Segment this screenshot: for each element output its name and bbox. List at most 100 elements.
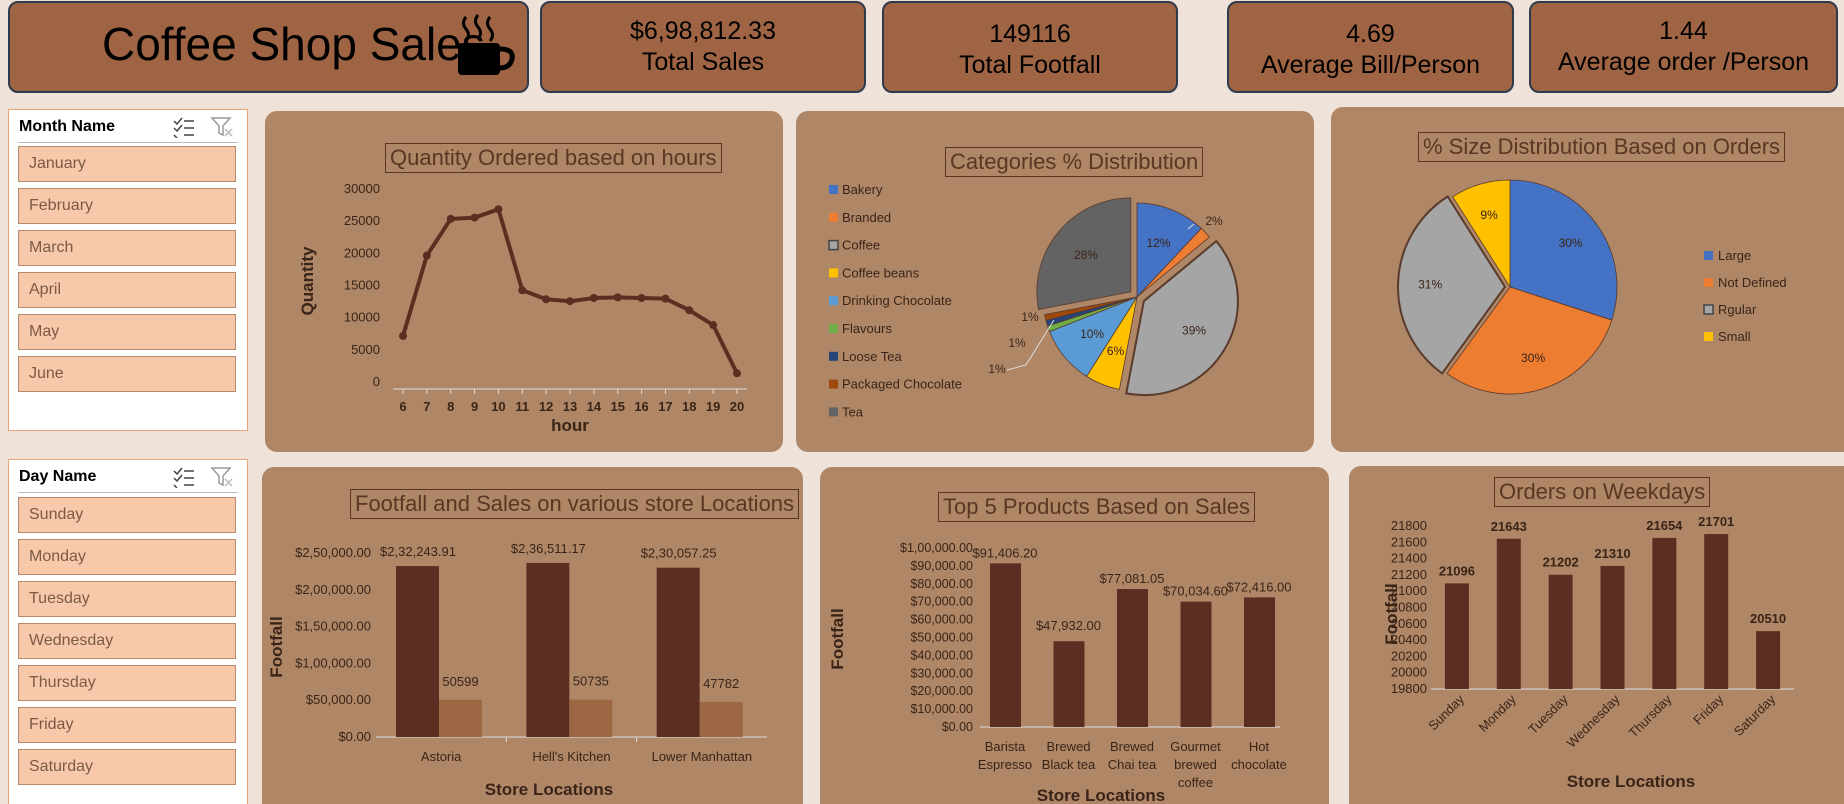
multi-select-icon[interactable] (172, 466, 196, 488)
data-label: 6% (1107, 344, 1125, 358)
product-bar (1053, 641, 1085, 727)
x-tick-label: 12 (539, 399, 553, 414)
data-label: $2,30,057.25 (641, 546, 717, 561)
y-tick-label: 0 (373, 374, 380, 389)
legend-label: Tea (842, 404, 864, 419)
weekday-bar (1496, 538, 1521, 689)
x-tick-label: Thursday (1626, 691, 1675, 740)
weekday-bar (1652, 537, 1677, 689)
legend-label: Drinking Chocolate (842, 293, 952, 308)
y-axis-label: Quantity (298, 246, 317, 315)
y-tick-label: $10,000.00 (910, 702, 973, 716)
quantity-data-point (446, 214, 455, 223)
legend-swatch (1704, 278, 1713, 287)
slicer-item-january[interactable]: January (18, 146, 236, 182)
top-products-panel: Top 5 Products Based on Sales $0.00 $10,0… (820, 467, 1329, 804)
slicer-item-wednesday[interactable]: Wednesday (18, 623, 236, 659)
slicer-title: Day Name (19, 468, 97, 485)
quantity-data-point (733, 369, 741, 378)
data-label: 39% (1182, 324, 1206, 338)
data-label: 2% (1205, 214, 1223, 228)
slicer-item-friday[interactable]: Friday (18, 707, 236, 743)
y-tick-label: $90,000.00 (910, 559, 973, 573)
coffee-cup-icon (458, 14, 515, 75)
sales-bar (396, 566, 439, 737)
data-label: $47,932.00 (1036, 618, 1101, 633)
legend-swatch (829, 268, 838, 278)
x-tick-label: 11 (515, 399, 529, 414)
slicer-item-june[interactable]: June (18, 356, 236, 392)
data-label: 21096 (1439, 563, 1475, 578)
quantity-data-point (709, 321, 718, 330)
store-locations-panel: Footfall and Sales on various store Loca… (262, 467, 803, 804)
slicer-item-sunday[interactable]: Sunday (18, 497, 236, 533)
y-tick-label: $70,000.00 (910, 595, 973, 609)
legend-swatch (828, 239, 839, 251)
y-tick-label: 21600 (1391, 534, 1427, 549)
data-label: 50735 (573, 674, 609, 689)
legend-swatch (829, 296, 838, 306)
x-tick-label: Lower Manhattan (652, 749, 752, 764)
x-tick-label: 13 (563, 399, 577, 414)
data-label: 1% (1008, 336, 1026, 350)
product-bar (1117, 589, 1148, 727)
data-label: 1% (988, 362, 1006, 376)
x-tick-label: Saturday (1731, 691, 1779, 739)
slicer-divider (18, 492, 238, 493)
kpi-value: 149116 (989, 20, 1071, 48)
x-tick-label: Sunday (1425, 691, 1467, 733)
slicer-item-saturday[interactable]: Saturday (18, 749, 236, 785)
data-label: 28% (1074, 248, 1098, 262)
legend-swatch (829, 351, 838, 361)
x-tick-label: 10 (491, 399, 505, 414)
month-slicer: Month Name January February March April … (8, 109, 248, 431)
slicer-item-monday[interactable]: Monday (18, 539, 236, 575)
y-tick-label: $20,000.00 (910, 684, 973, 698)
quantity-data-point (518, 286, 527, 295)
y-tick-label: 10000 (344, 310, 380, 325)
weekday-orders-bar-chart: 1980020000202002040020600208002100021200… (1382, 514, 1794, 791)
slicer-item-february[interactable]: February (18, 188, 236, 224)
data-label: 20510 (1750, 611, 1786, 626)
x-tick-label: 19 (706, 399, 720, 414)
data-label: 1% (1021, 310, 1039, 324)
data-label: 21654 (1646, 518, 1683, 533)
product-bar (1180, 601, 1212, 727)
multi-select-icon[interactable] (172, 116, 196, 138)
x-tick-label: Chai tea (1108, 757, 1157, 772)
size-distribution-panel: % Size Distribution Based on Orders 30% 3… (1331, 107, 1844, 452)
weekday-bar (1756, 631, 1781, 689)
legend-label: Coffee (842, 238, 880, 253)
quantity-series-line (401, 206, 739, 375)
slicer-item-thursday[interactable]: Thursday (18, 665, 236, 701)
data-label: $91,406.20 (972, 545, 1037, 560)
y-tick-label: 21200 (1391, 567, 1427, 582)
clear-filter-icon[interactable] (210, 466, 234, 488)
data-label: 21701 (1698, 514, 1734, 529)
x-tick-label: 20 (730, 399, 744, 414)
x-tick-label: Astoria (421, 749, 462, 764)
dashboard-title-card: Coffee Shop Sales (8, 1, 529, 93)
product-bar (1244, 597, 1275, 727)
slicer-item-march[interactable]: March (18, 230, 236, 266)
x-tick-label: brewed (1174, 757, 1217, 772)
legend-swatch (1704, 332, 1713, 341)
x-tick-label: Barista (985, 739, 1026, 754)
legend-label: Branded (842, 210, 891, 225)
legend-label: Flavours (842, 321, 892, 336)
kpi-average-bill: 4.69 Average Bill/Person (1227, 1, 1514, 93)
clear-filter-icon[interactable] (210, 116, 234, 138)
y-tick-label: $50,000.00 (910, 631, 973, 645)
quantity-data-point (399, 331, 407, 340)
y-tick-label: $2,00,000.00 (295, 582, 371, 597)
slicer-item-tuesday[interactable]: Tuesday (18, 581, 236, 617)
x-tick-label: Tuesday (1525, 691, 1571, 737)
slicer-item-may[interactable]: May (18, 314, 236, 350)
data-label: 30% (1559, 236, 1583, 250)
x-axis-label: Store Locations (1037, 786, 1165, 804)
top-products-bar-chart: $0.00 $10,000.00 $20,000.00 $30,000.00 $40,0… (828, 541, 1292, 804)
legend-label: Rgular (1718, 302, 1757, 317)
slicer-item-april[interactable]: April (18, 272, 236, 308)
y-axis-label: Footfall (267, 616, 286, 677)
data-label: 9% (1480, 208, 1498, 222)
